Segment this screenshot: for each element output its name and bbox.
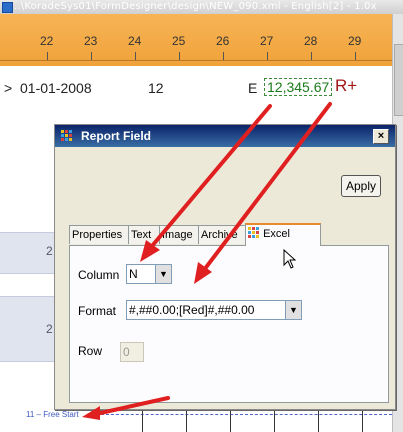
tab-excel-label: Excel <box>263 228 290 240</box>
ruler-number: 23 <box>84 34 98 48</box>
tab-text[interactable]: Text <box>128 225 162 244</box>
row-marker: > <box>4 80 13 96</box>
section-label: 11 – Free Start <box>26 410 79 419</box>
ruler-number: 22 <box>40 34 54 48</box>
ruler-number: 28 <box>304 34 318 48</box>
band-label: 2 <box>46 244 53 258</box>
quantity-field[interactable]: 12 <box>148 80 164 96</box>
column-ruler: 22 23 24 25 26 27 28 29 <box>0 14 392 66</box>
chevron-down-icon[interactable]: ▼ <box>155 265 171 283</box>
scrollbar-thumb[interactable] <box>394 44 403 116</box>
code-field[interactable]: E <box>248 80 257 96</box>
tab-properties[interactable]: Properties <box>69 225 131 244</box>
grid-icon <box>61 130 72 141</box>
ruler-number: 27 <box>260 34 274 48</box>
report-data-row: > 01-01-2008 12 E 12,345.67 R+ <box>0 66 392 106</box>
window-path: ..\KoradeSys01\FormDesigner\design\NEW_0… <box>14 1 377 12</box>
ruler-number: 24 <box>128 34 142 48</box>
dialog-title-bar[interactable]: Report Field × <box>55 125 395 147</box>
format-label: Format <box>78 304 117 318</box>
format-select[interactable]: #,##0.00;[Red]#,##0.00 ▼ <box>126 300 302 320</box>
grid-icon <box>248 227 259 238</box>
app-icon <box>2 2 13 13</box>
ruler-number: 25 <box>172 34 186 48</box>
row-field: 0 <box>120 342 144 362</box>
window-title-bar: ..\KoradeSys01\FormDesigner\design\NEW_0… <box>0 0 403 14</box>
close-button[interactable]: × <box>373 129 389 144</box>
date-field[interactable]: 01-01-2008 <box>20 80 92 96</box>
chevron-down-icon[interactable]: ▼ <box>285 301 301 319</box>
column-label: Column <box>78 268 120 282</box>
excel-tab-panel: Column N ▼ Format #,##0.00;[Red]#,##0.00… <box>69 245 389 403</box>
report-field-dialog: Report Field × Apply Properties Text Ima… <box>54 124 396 410</box>
format-value: #,##0.00;[Red]#,##0.00 <box>129 303 255 317</box>
column-value: N <box>129 267 138 281</box>
apply-button[interactable]: Apply <box>341 175 381 197</box>
row-label: Row <box>78 344 103 358</box>
tab-archive[interactable]: Archive <box>198 225 248 244</box>
mouse-pointer-icon <box>283 249 297 269</box>
ruler-number: 29 <box>348 34 362 48</box>
rplus-field[interactable]: R+ <box>335 76 357 96</box>
tab-excel[interactable]: Excel <box>245 223 321 246</box>
column-select[interactable]: N ▼ <box>126 264 172 284</box>
ruler-number: 26 <box>216 34 230 48</box>
tab-image[interactable]: Image <box>159 225 201 244</box>
amount-field[interactable]: 12,345.67 <box>264 78 333 96</box>
band-label: 2 <box>46 322 53 336</box>
dialog-title: Report Field <box>81 129 152 143</box>
